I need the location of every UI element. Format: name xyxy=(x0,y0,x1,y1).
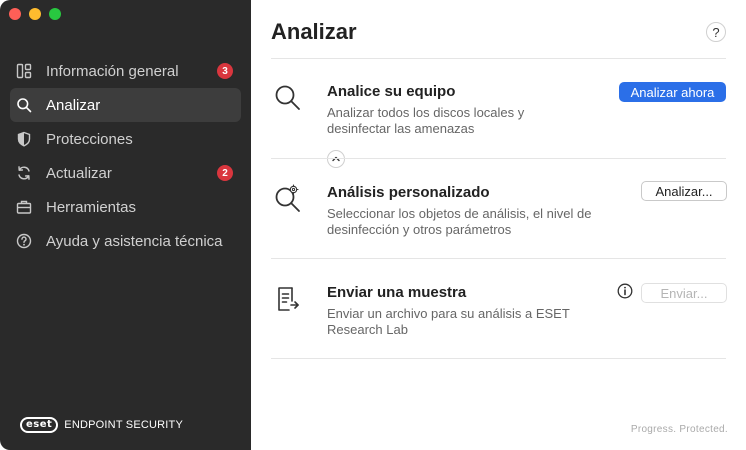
card-title: Enviar una muestra xyxy=(327,284,467,301)
main-panel: Analizar ? Analice su equipo Analizar to… xyxy=(251,0,746,450)
close-window-button[interactable] xyxy=(9,8,21,20)
card-title: Análisis personalizado xyxy=(327,184,490,201)
custom-scan-icon xyxy=(273,184,303,214)
sidebar-item-label: Ayuda y asistencia técnica xyxy=(46,232,223,250)
divider xyxy=(271,358,726,359)
custom-scan-button[interactable]: Analizar... xyxy=(641,181,727,201)
shield-icon xyxy=(16,131,32,147)
collapse-button[interactable] xyxy=(327,150,345,168)
eset-logo: eset xyxy=(20,417,59,433)
chevron-up-icon xyxy=(332,156,340,162)
sidebar-item-update[interactable]: Actualizar 2 xyxy=(10,156,241,190)
sidebar-item-help[interactable]: Ayuda y asistencia técnica xyxy=(10,224,241,258)
sidebar-item-scan[interactable]: Analizar xyxy=(10,88,241,122)
card-description: Analizar todos los discos locales y desi… xyxy=(327,105,525,136)
sidebar-item-label: Protecciones xyxy=(46,130,133,148)
page-title: Analizar xyxy=(271,19,357,44)
sidebar-item-label: Analizar xyxy=(46,96,101,114)
card-title: Analice su equipo xyxy=(327,83,456,100)
notification-badge: 2 xyxy=(217,165,233,181)
sidebar-item-tools[interactable]: Herramientas xyxy=(10,190,241,224)
sidebar-item-label: Herramientas xyxy=(46,198,137,216)
briefcase-icon xyxy=(16,199,32,215)
magnifier-icon xyxy=(273,83,303,113)
help-circle-icon xyxy=(16,233,32,249)
info-icon[interactable] xyxy=(617,283,633,299)
sidebar-item-label: Actualizar xyxy=(46,164,112,182)
brand: eset ENDPOINT SECURITY xyxy=(20,417,183,433)
app-window: Información general 3 Analizar Proteccio… xyxy=(0,0,746,450)
sidebar-item-overview[interactable]: Información general 3 xyxy=(10,54,241,88)
divider xyxy=(271,58,726,59)
minimize-window-button[interactable] xyxy=(29,8,41,20)
divider xyxy=(271,258,726,259)
card-description: Seleccionar los objetos de análisis, el … xyxy=(327,206,592,237)
maximize-window-button[interactable] xyxy=(49,8,61,20)
window-controls xyxy=(9,8,61,20)
scan-now-button[interactable]: Analizar ahora xyxy=(619,82,726,102)
submit-sample-button[interactable]: Enviar... xyxy=(641,283,727,303)
sidebar: Información general 3 Analizar Proteccio… xyxy=(0,0,251,450)
help-button[interactable]: ? xyxy=(706,22,726,42)
notification-badge: 3 xyxy=(217,63,233,79)
sidebar-nav: Información general 3 Analizar Proteccio… xyxy=(0,54,251,258)
divider xyxy=(271,158,726,159)
dashboard-icon xyxy=(16,63,32,79)
sidebar-item-protections[interactable]: Protecciones xyxy=(10,122,241,156)
search-icon xyxy=(16,97,32,113)
refresh-icon xyxy=(16,165,32,181)
sidebar-item-label: Información general xyxy=(46,62,179,80)
document-send-icon xyxy=(273,284,303,314)
tagline: Progress. Protected. xyxy=(630,424,728,435)
card-description: Enviar un archivo para su análisis a ESE… xyxy=(327,306,570,337)
product-name: ENDPOINT SECURITY xyxy=(64,419,184,431)
